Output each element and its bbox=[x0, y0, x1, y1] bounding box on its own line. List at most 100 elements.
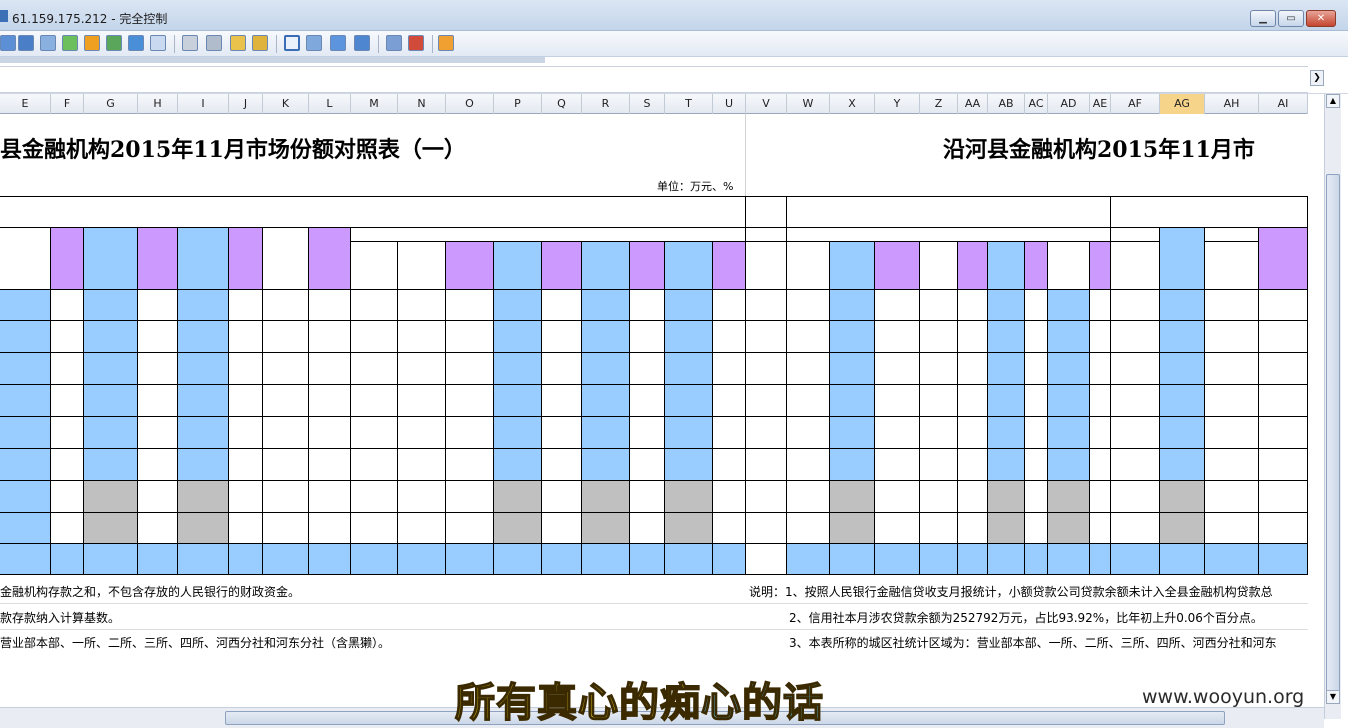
right-header-cell[interactable] bbox=[1205, 228, 1259, 290]
scroll-up-icon[interactable]: ▲ bbox=[1326, 94, 1340, 108]
column-header-x[interactable]: X bbox=[830, 94, 875, 114]
table-cell[interactable] bbox=[988, 513, 1025, 544]
table-cell[interactable] bbox=[229, 321, 263, 353]
table-cell[interactable] bbox=[713, 321, 746, 353]
table-cell[interactable] bbox=[958, 353, 988, 385]
left-group-header[interactable] bbox=[0, 196, 746, 228]
table-cell[interactable] bbox=[1090, 481, 1111, 513]
table-cell[interactable] bbox=[1090, 290, 1111, 321]
table-cell[interactable] bbox=[1259, 290, 1308, 321]
table-cell[interactable] bbox=[0, 481, 51, 513]
bank-name-cell[interactable] bbox=[746, 290, 787, 321]
table-cell[interactable] bbox=[958, 513, 988, 544]
table-cell[interactable] bbox=[630, 385, 665, 417]
table-cell[interactable] bbox=[138, 385, 178, 417]
table-cell[interactable] bbox=[263, 544, 309, 575]
column-header-y[interactable]: Y bbox=[875, 94, 920, 114]
lock-icon[interactable] bbox=[230, 35, 246, 51]
table-cell[interactable] bbox=[84, 353, 138, 385]
table-cell[interactable] bbox=[138, 449, 178, 481]
table-cell[interactable] bbox=[988, 353, 1025, 385]
table-cell[interactable] bbox=[1048, 417, 1090, 449]
table-cell[interactable] bbox=[988, 321, 1025, 353]
table-cell[interactable] bbox=[1090, 417, 1111, 449]
table-cell[interactable] bbox=[351, 544, 398, 575]
table-cell[interactable] bbox=[958, 417, 988, 449]
table-cell[interactable] bbox=[542, 449, 582, 481]
table-cell[interactable] bbox=[875, 449, 920, 481]
table-cell[interactable] bbox=[1259, 449, 1308, 481]
fullscreen-icon[interactable] bbox=[284, 35, 300, 51]
table-cell[interactable] bbox=[830, 321, 875, 353]
column-header-j[interactable]: J bbox=[229, 94, 263, 114]
table-cell[interactable] bbox=[0, 417, 51, 449]
table-cell[interactable] bbox=[178, 385, 229, 417]
table-cell[interactable] bbox=[1111, 449, 1160, 481]
bank-name-cell[interactable] bbox=[746, 513, 787, 544]
table-cell[interactable] bbox=[494, 385, 542, 417]
column-header-ad[interactable]: AD bbox=[1048, 94, 1090, 114]
table-cell[interactable] bbox=[1090, 385, 1111, 417]
table-cell[interactable] bbox=[988, 385, 1025, 417]
bank-name-cell[interactable] bbox=[746, 353, 787, 385]
table-cell[interactable] bbox=[351, 449, 398, 481]
table-cell[interactable] bbox=[582, 449, 630, 481]
left-header-cell[interactable] bbox=[630, 242, 665, 290]
table-cell[interactable] bbox=[1160, 417, 1205, 449]
vertical-scrollbar[interactable]: ▲ ▼ bbox=[1324, 94, 1341, 719]
table-cell[interactable] bbox=[1111, 321, 1160, 353]
table-cell[interactable] bbox=[1025, 385, 1048, 417]
column-header-l[interactable]: L bbox=[309, 94, 351, 114]
column-header-ab[interactable]: AB bbox=[988, 94, 1025, 114]
table-cell[interactable] bbox=[309, 321, 351, 353]
table-cell[interactable] bbox=[665, 544, 713, 575]
table-cell[interactable] bbox=[958, 449, 988, 481]
table-cell[interactable] bbox=[1048, 385, 1090, 417]
tools-icon[interactable] bbox=[408, 35, 424, 51]
table-cell[interactable] bbox=[1111, 290, 1160, 321]
table-cell[interactable] bbox=[582, 321, 630, 353]
chat-icon[interactable] bbox=[106, 35, 122, 51]
table-cell[interactable] bbox=[446, 417, 494, 449]
table-cell[interactable] bbox=[1090, 449, 1111, 481]
table-cell[interactable] bbox=[1160, 321, 1205, 353]
left-header-cell[interactable] bbox=[494, 242, 542, 290]
table-cell[interactable] bbox=[582, 481, 630, 513]
column-header-m[interactable]: M bbox=[351, 94, 398, 114]
table-cell[interactable] bbox=[494, 513, 542, 544]
table-cell[interactable] bbox=[1160, 290, 1205, 321]
table-cell[interactable] bbox=[351, 321, 398, 353]
table-cell[interactable] bbox=[830, 544, 875, 575]
table-cell[interactable] bbox=[84, 449, 138, 481]
table-cell[interactable] bbox=[713, 449, 746, 481]
table-cell[interactable] bbox=[630, 417, 665, 449]
table-cell[interactable] bbox=[630, 481, 665, 513]
right-header-cell[interactable] bbox=[1048, 242, 1090, 290]
disconnect-icon[interactable] bbox=[438, 35, 454, 51]
table-cell[interactable] bbox=[138, 321, 178, 353]
table-cell[interactable] bbox=[1259, 417, 1308, 449]
column-header-p[interactable]: P bbox=[494, 94, 542, 114]
table-cell[interactable] bbox=[398, 417, 446, 449]
screen-icon[interactable] bbox=[0, 35, 16, 51]
row-label[interactable] bbox=[746, 242, 787, 290]
table-cell[interactable] bbox=[1048, 513, 1090, 544]
column-header-s[interactable]: S bbox=[630, 94, 665, 114]
table-cell[interactable] bbox=[920, 385, 958, 417]
table-cell[interactable] bbox=[178, 449, 229, 481]
table-cell[interactable] bbox=[1025, 544, 1048, 575]
monitor-icon[interactable] bbox=[18, 35, 34, 51]
table-cell[interactable] bbox=[787, 353, 830, 385]
table-cell[interactable] bbox=[84, 544, 138, 575]
table-cell[interactable] bbox=[1160, 481, 1205, 513]
left-header-cell[interactable] bbox=[582, 242, 630, 290]
right-header-cell[interactable] bbox=[1025, 242, 1048, 290]
table-cell[interactable] bbox=[138, 353, 178, 385]
scale-icon[interactable] bbox=[330, 35, 346, 51]
column-header-q[interactable]: Q bbox=[542, 94, 582, 114]
table-cell[interactable] bbox=[875, 417, 920, 449]
table-cell[interactable] bbox=[1259, 544, 1308, 575]
table-cell[interactable] bbox=[351, 513, 398, 544]
table-cell[interactable] bbox=[958, 544, 988, 575]
table-cell[interactable] bbox=[830, 385, 875, 417]
